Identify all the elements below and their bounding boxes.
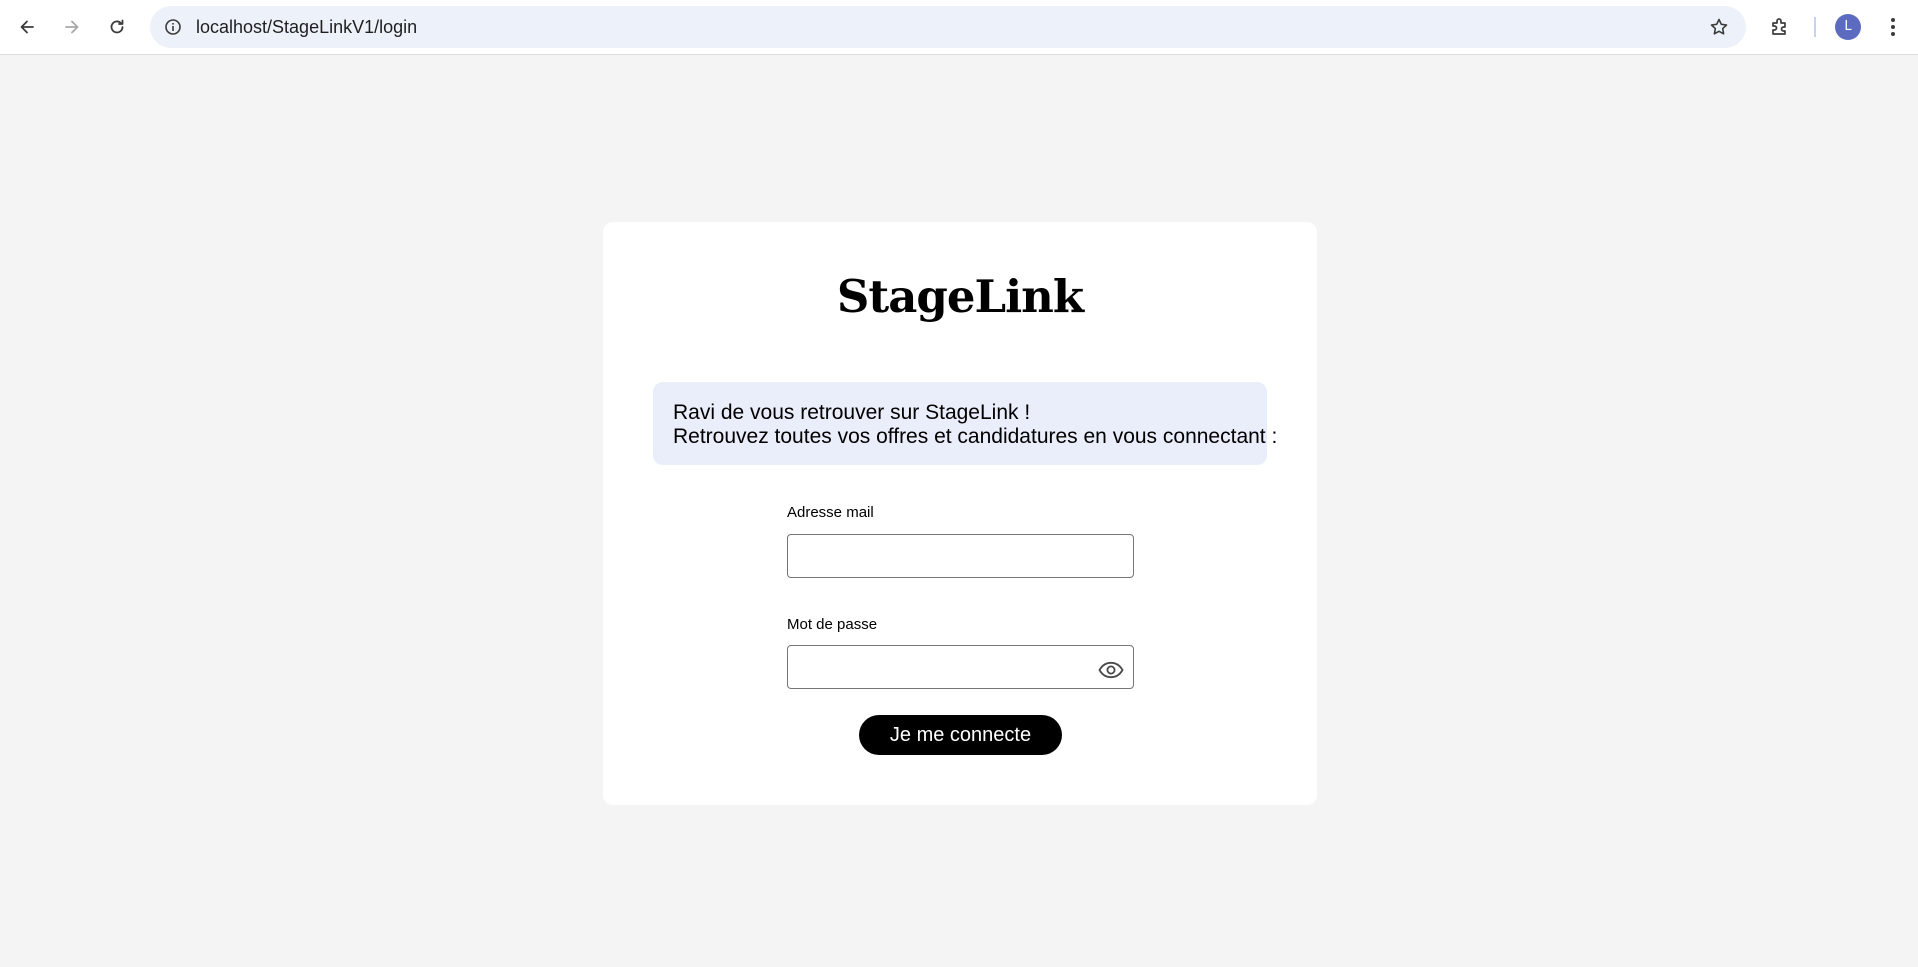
stagelink-logo: StageLink — [836, 270, 1084, 323]
forward-button[interactable] — [54, 9, 90, 45]
password-field[interactable] — [787, 645, 1134, 689]
welcome-line-2: Retrouvez toutes vos offres et candidatu… — [673, 425, 1278, 448]
info-icon — [165, 19, 181, 35]
site-info-button[interactable] — [158, 12, 188, 42]
url-text[interactable]: localhost/StageLinkV1/login — [196, 17, 417, 37]
email-field[interactable] — [787, 534, 1134, 578]
show-password-toggle[interactable] — [1097, 656, 1125, 684]
address-bar[interactable]: localhost/StageLinkV1/login — [150, 6, 1746, 48]
email-label: Adresse mail — [787, 504, 874, 521]
login-button[interactable]: Je me connecte — [859, 715, 1062, 755]
star-icon — [1710, 18, 1728, 35]
login-card: StageLink Ravi de vous retrouver sur Sta… — [603, 222, 1317, 805]
arrow-left-icon — [20, 20, 34, 34]
browser-menu-button[interactable] — [1878, 9, 1908, 45]
browser-toolbar: localhost/StageLinkV1/login L — [0, 0, 1918, 55]
back-button[interactable] — [9, 9, 45, 45]
profile-avatar[interactable]: L — [1835, 14, 1861, 40]
password-label: Mot de passe — [787, 616, 878, 633]
puzzle-icon — [1772, 18, 1786, 35]
arrow-right-icon — [65, 20, 79, 34]
welcome-message: Ravi de vous retrouver sur StageLink ! R… — [653, 382, 1278, 465]
extensions-button[interactable] — [1762, 9, 1798, 45]
reload-button[interactable] — [99, 9, 135, 45]
toolbar-divider — [1814, 17, 1816, 37]
welcome-line-1: Ravi de vous retrouver sur StageLink ! — [673, 401, 1031, 424]
kebab-menu-icon — [1891, 18, 1895, 36]
reload-icon — [110, 19, 124, 34]
eye-icon — [1098, 661, 1124, 679]
bookmark-button[interactable] — [1704, 12, 1734, 42]
